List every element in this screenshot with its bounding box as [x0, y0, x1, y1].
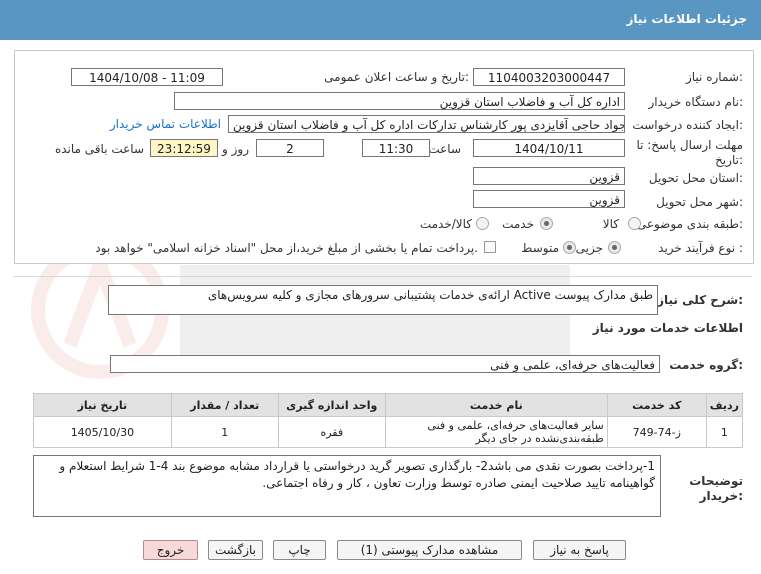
province-label: استان محل تحویل: [648, 171, 743, 185]
service-group-field: فعالیت‌های حرفه‌ای، علمی و فنی [110, 355, 660, 373]
category-radio-goods[interactable] [628, 217, 641, 230]
process-radio-medium[interactable] [563, 241, 576, 254]
deadline-label: مهلت ارسال پاسخ: تا [636, 138, 743, 152]
col-row: ردیف [705, 393, 744, 417]
days-remaining-field: 2 [256, 139, 324, 157]
days-label: روز و [222, 142, 249, 156]
buyer-contact-link[interactable]: اطلاعات تماس خریدار [110, 117, 221, 131]
buyer-org-label: نام دستگاه خریدار: [648, 95, 744, 109]
deadline-label-date: تاریخ: [715, 153, 743, 167]
announce-date-field: 1404/10/08 - 11:09 [71, 68, 223, 86]
creator-field: محمدجواد حاجی آقایزدی پور کارشناس تدارکا… [228, 115, 625, 133]
service-group-label: گروه خدمت: [669, 358, 743, 372]
view-attachments-button[interactable]: مشاهده مدارک پیوستی (1) [337, 540, 522, 560]
deadline-time-field: 11:30 [362, 139, 430, 157]
deadline-time-label: ساعت [428, 142, 461, 156]
process-option-minor: جزیی [575, 241, 603, 255]
table-header-row: ردیف کد خدمت نام خدمت واحد اندازه گیری ت… [33, 393, 744, 417]
creator-label: ایجاد کننده درخواست: [632, 118, 743, 132]
need-number-field: 1104003203000447 [473, 68, 625, 86]
col-code: کد خدمت [606, 393, 707, 417]
col-unit: واحد اندازه گیری [277, 393, 386, 417]
category-option-goods-service: کالا/خدمت [419, 217, 472, 231]
treasury-note: پرداخت تمام یا بخشی از مبلغ خرید،از محل … [95, 241, 478, 255]
table-row: 1 ز-74-749 سایر فعالیت‌های حرفه‌ای، علمی… [33, 416, 744, 448]
services-table: ردیف کد خدمت نام خدمت واحد اندازه گیری ت… [33, 393, 744, 448]
category-radio-service[interactable] [540, 217, 553, 230]
cell-name: سایر فعالیت‌های حرفه‌ای، علمی و فنی طبقه… [384, 416, 608, 448]
services-section-title: اطلاعات خدمات مورد نیاز [592, 321, 743, 335]
treasury-checkbox[interactable] [484, 241, 496, 253]
reply-button[interactable]: پاسخ به نیاز [533, 540, 626, 560]
divider [14, 276, 752, 277]
province-field: قزوین [473, 167, 625, 185]
category-label: طبقه بندی موضوعی: [636, 217, 743, 231]
time-remaining-label: ساعت باقی مانده [54, 142, 144, 156]
process-option-medium: متوسط [521, 241, 559, 255]
cell-date: 1405/10/30 [33, 416, 172, 448]
print-button[interactable]: چاپ [273, 540, 326, 560]
time-remaining-field: 23:12:59 [150, 139, 218, 157]
city-label: شهر محل تحویل: [656, 195, 743, 209]
cell-unit: فقره [277, 416, 386, 448]
summary-textarea[interactable]: ارائه‌ی خدمات پشتیبانی سرورهای مجازی و ک… [108, 285, 658, 315]
announce-date-label: تاریخ و ساعت اعلان عمومی: [324, 70, 469, 84]
col-date: تاریخ نیاز [33, 393, 172, 417]
category-radio-goods-service[interactable] [476, 217, 489, 230]
category-option-goods: کالا [602, 217, 619, 231]
city-field: قزوین [473, 190, 625, 208]
need-number-label: شماره نیاز: [685, 70, 743, 84]
cell-row: 1 [705, 416, 744, 448]
notes-label-buyer: خریدار: [699, 489, 743, 503]
col-qty: تعداد / مقدار [170, 393, 279, 417]
notes-label: توضیحات [689, 474, 743, 488]
summary-label: شرح کلی نیاز: [657, 293, 743, 307]
col-name: نام خدمت [384, 393, 608, 417]
process-label: نوع فرآیند خرید : [658, 241, 743, 255]
exit-button[interactable]: خروج [143, 540, 198, 560]
page-title: جزئیات اطلاعات نیاز [626, 12, 747, 26]
category-option-service: خدمت [502, 217, 534, 231]
process-radio-minor[interactable] [608, 241, 621, 254]
notes-textarea[interactable]: 1-پرداخت بصورت نقدی می باشد2- بارگذاری ت… [33, 455, 661, 517]
cell-code: ز-74-749 [606, 416, 707, 448]
deadline-date-field: 1404/10/11 [473, 139, 625, 157]
back-button[interactable]: بازگشت [208, 540, 263, 560]
cell-qty: 1 [170, 416, 279, 448]
buyer-org-field: اداره کل آب و فاضلاب استان قزوین [174, 92, 625, 110]
